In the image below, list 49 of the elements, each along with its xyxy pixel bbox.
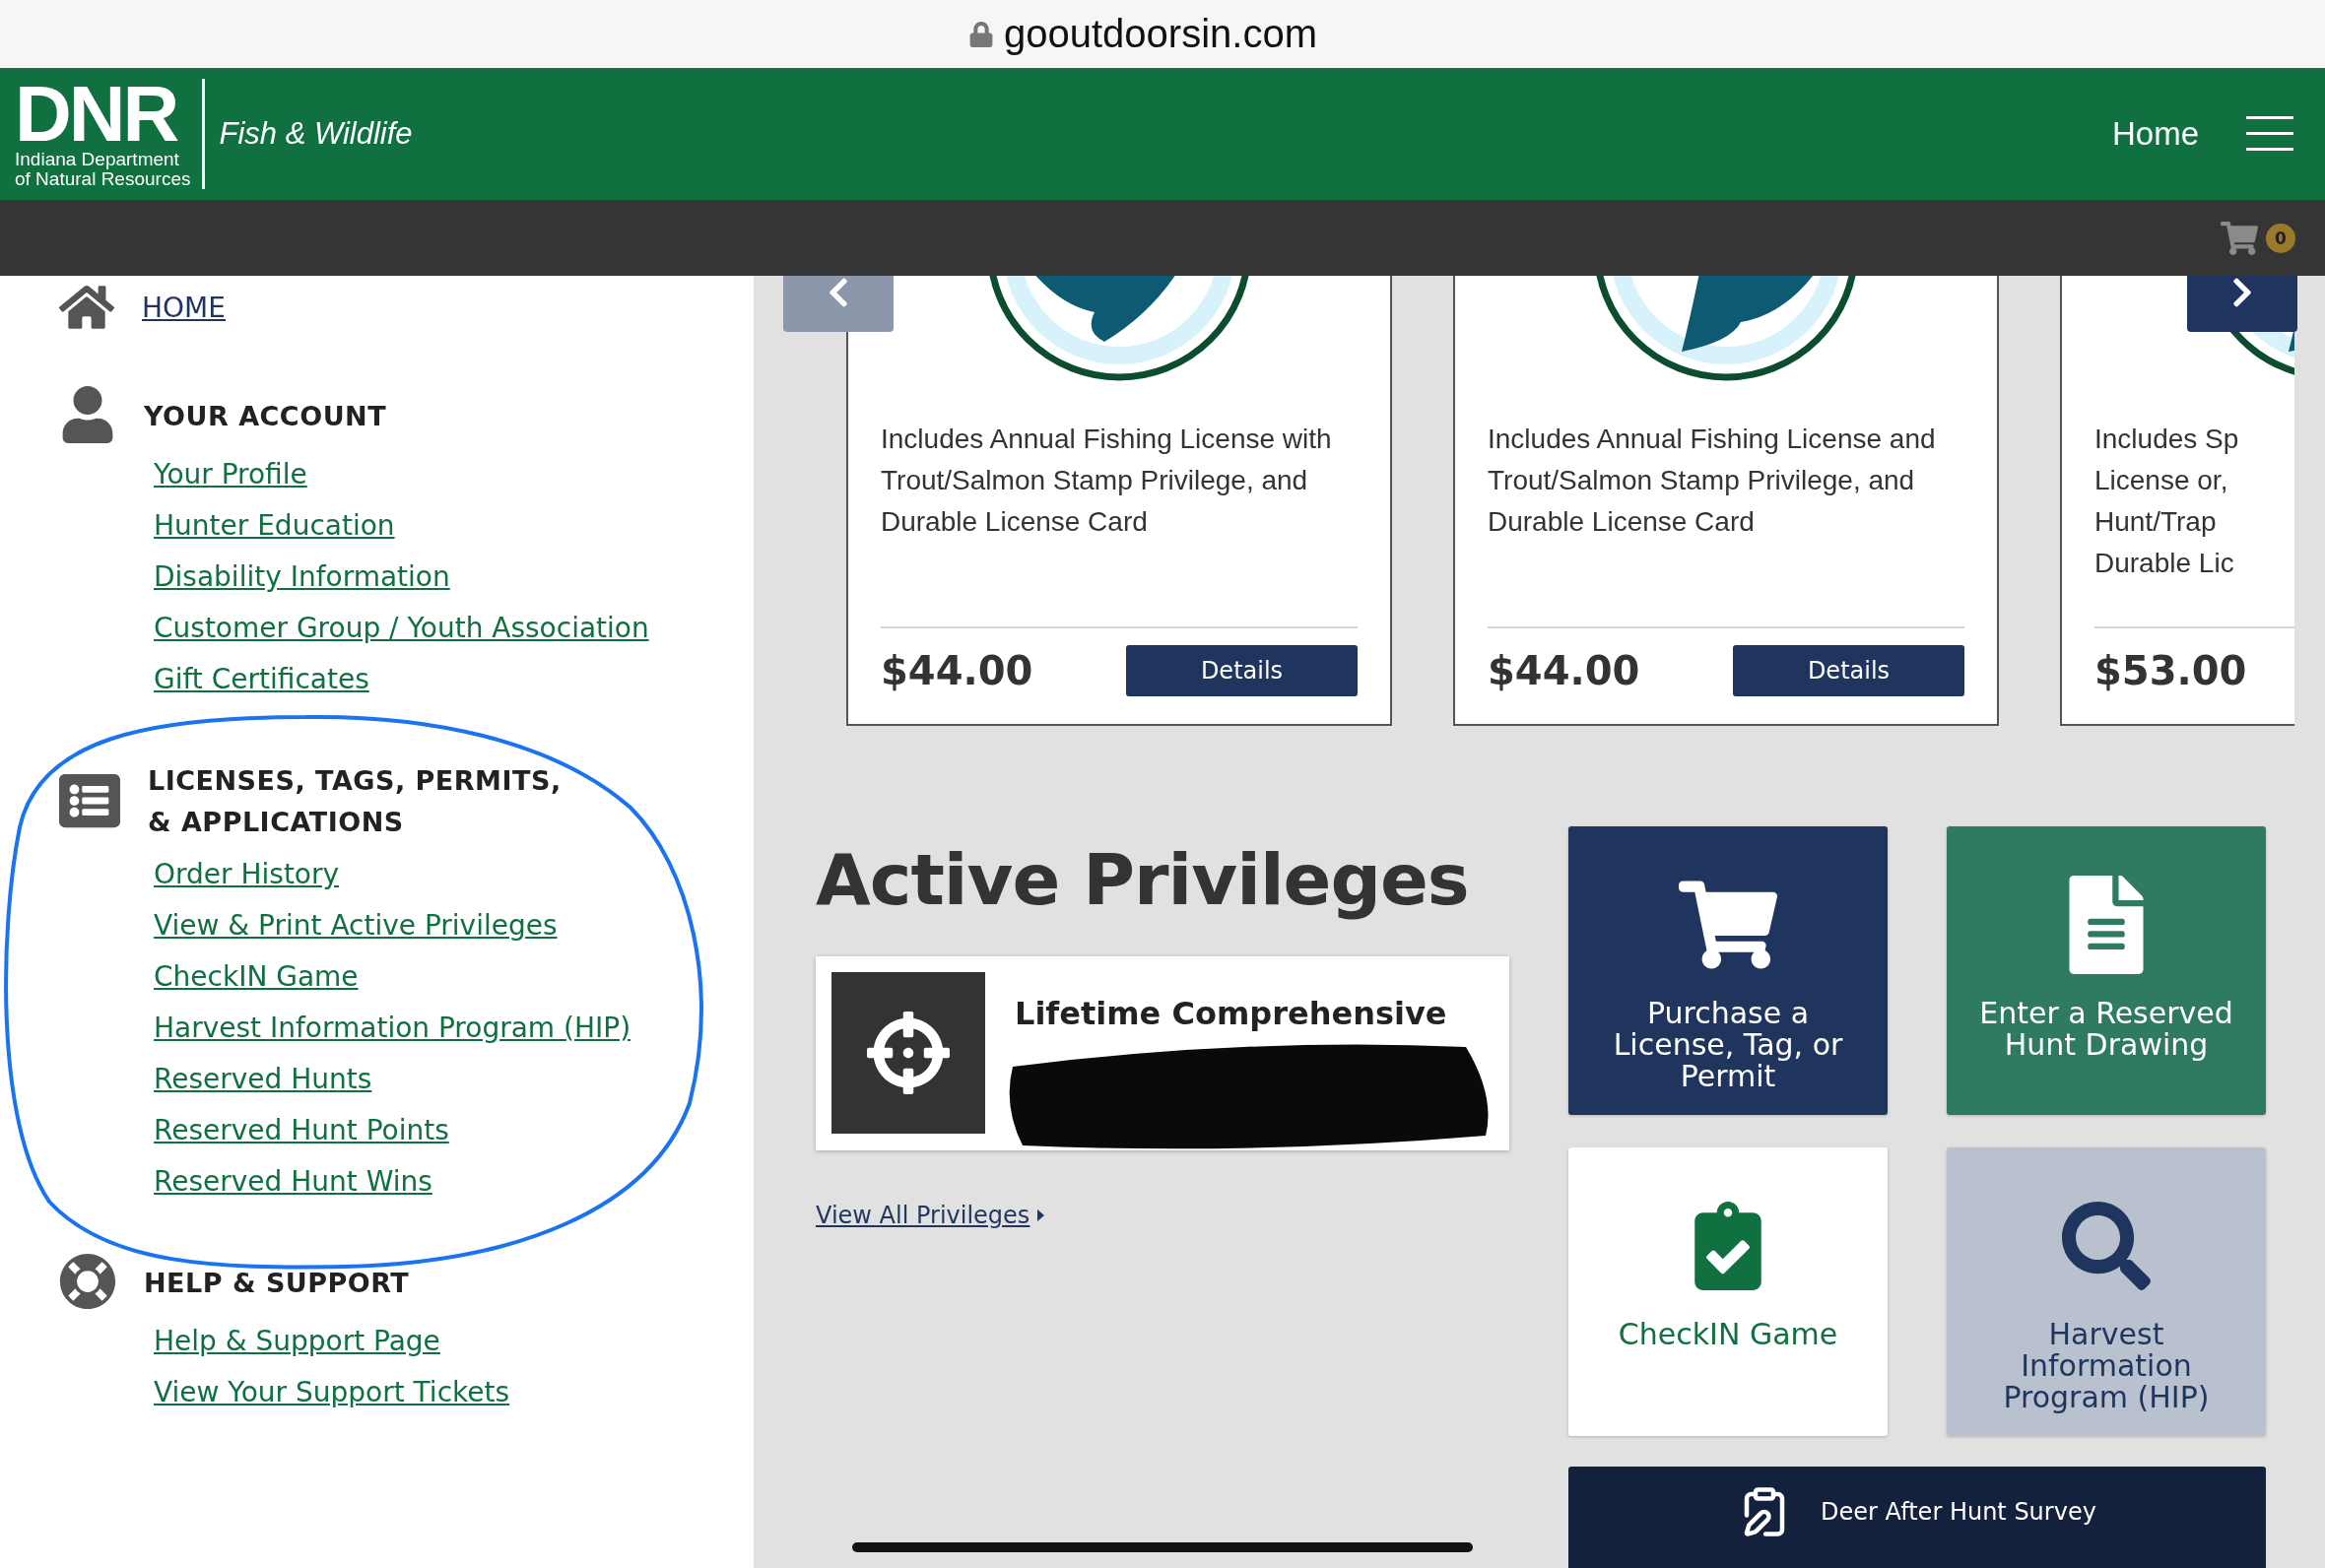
lock-icon — [968, 21, 994, 47]
action-tile[interactable]: CheckIN Game — [1568, 1147, 1888, 1436]
sidebar-link[interactable]: Help & Support Page — [154, 1316, 754, 1367]
previous-button[interactable] — [783, 276, 894, 332]
license-price: $44.00 — [881, 648, 1033, 693]
sidebar-link[interactable]: Reserved Hunt Points — [154, 1105, 754, 1156]
home-nav-link[interactable]: Home — [2111, 115, 2199, 153]
details-button[interactable]: Details — [1733, 645, 1964, 696]
license-price: $44.00 — [1488, 648, 1640, 693]
group-title: YOUR ACCOUNT — [144, 400, 388, 433]
group-title: LICENSES, TAGS, PERMITS, & APPLICATIONS — [148, 764, 562, 839]
url-text: gooutdoorsin.com — [1004, 12, 1317, 56]
sidebar-link[interactable]: Disability Information — [154, 552, 754, 603]
action-tile[interactable]: Enter a Reserved Hunt Drawing — [1947, 826, 2266, 1115]
section-heading: Active Privileges — [816, 837, 1470, 923]
cart-count-badge: 0 — [2266, 223, 2295, 253]
privilege-name: Lifetime Comprehensive — [1015, 994, 1447, 1033]
sidebar-link[interactable]: Reserved Hunt Wins — [154, 1156, 754, 1208]
logo-mark: DNR — [15, 79, 177, 150]
sidebar-link[interactable]: Reserved Hunts — [154, 1054, 754, 1105]
sidebar-link[interactable]: CheckIN Game — [154, 951, 754, 1003]
details-button[interactable]: Details — [1126, 645, 1358, 696]
sidebar-link[interactable]: Order History — [154, 849, 754, 900]
logo-subtitle: Indiana Department — [15, 150, 180, 169]
sidebar-link[interactable]: View & Print Active Privileges — [154, 900, 754, 951]
sidebar-link[interactable]: View Your Support Tickets — [154, 1367, 754, 1418]
next-button[interactable] — [2187, 276, 2297, 332]
sidebar-link[interactable]: Customer Group / Youth Association — [154, 603, 754, 654]
sidebar-link[interactable]: Gift Certificates — [154, 654, 754, 705]
action-tile[interactable]: Harvest Information Program (HIP) — [1947, 1147, 2266, 1436]
license-description: Includes Annual Fishing License with Trout/Salmon Stamp Privilege, and Durable License Card — [881, 423, 1333, 539]
license-description: Includes Annual Fishing License and Trout/Salmon Stamp Privilege, and Durable License Card — [1488, 423, 1937, 539]
sidebar-link[interactable]: Your Profile — [154, 449, 754, 500]
group-title: HELP & SUPPORT — [144, 1267, 411, 1300]
action-tile[interactable]: Purchase a License, Tag, or Permit — [1568, 826, 1888, 1115]
caret-right-icon — [1037, 1209, 1045, 1221]
logo-subtitle: of Natural Resources — [15, 169, 191, 189]
crosshair-icon — [831, 972, 985, 1134]
lifebuoy-icon — [59, 1253, 116, 1310]
license-description: Includes Sp License or, Hunt/Trap Durable Lic — [2094, 423, 2240, 580]
license-price: $53.00 — [2094, 648, 2247, 693]
sidebar-link[interactable]: Hunter Education — [154, 500, 754, 552]
section-title: Fish & Wildlife — [219, 116, 413, 152]
home-link[interactable]: HOME — [142, 291, 226, 324]
view-all-link[interactable]: View All Privileges — [816, 1202, 1509, 1229]
survey-button[interactable]: Deer After Hunt Survey — [1568, 1467, 2266, 1568]
cart-button[interactable] — [2221, 219, 2258, 257]
sidebar-link[interactable]: Harvest Information Program (HIP) — [154, 1003, 754, 1054]
menu-icon[interactable] — [2246, 114, 2293, 154]
